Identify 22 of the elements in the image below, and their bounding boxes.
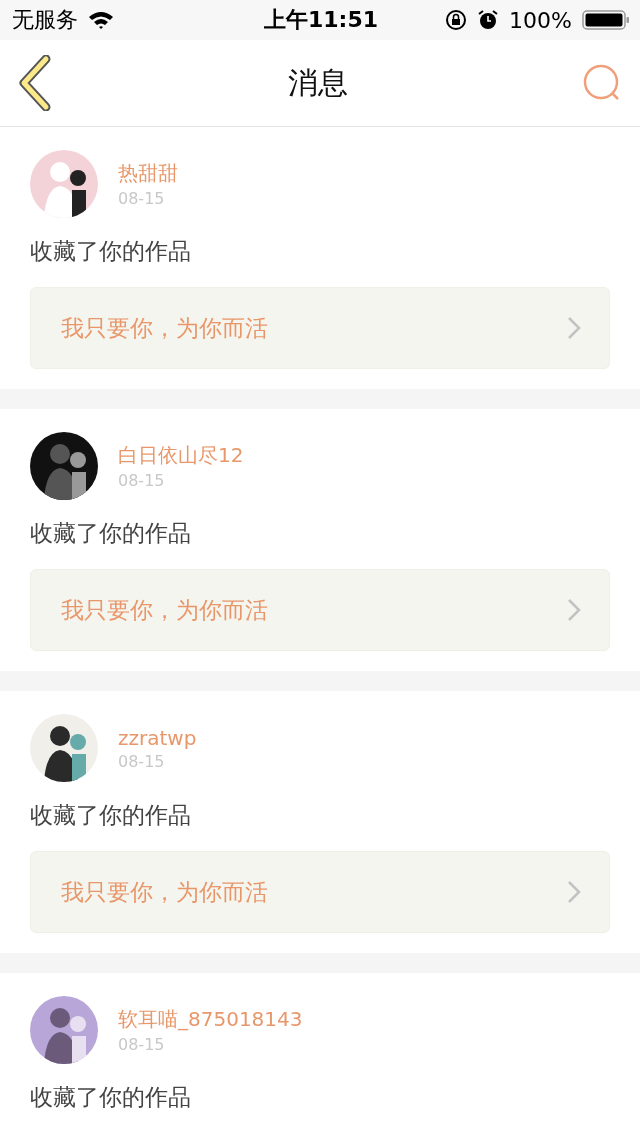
user-name[interactable]: 软耳喵_875018143 [118,1006,303,1033]
page-title: 消息 [288,63,348,102]
user-name[interactable]: 白日依山尽12 [118,442,244,469]
battery-percent: 100% [509,7,572,33]
chevron-right-icon [567,598,581,622]
wifi-icon [88,10,114,30]
message-text: 收藏了你的作品 [30,237,192,266]
rotation-lock-icon [445,9,468,31]
user-name[interactable]: zzratwp [118,725,197,750]
chevron-right-icon [567,316,581,340]
work-link[interactable]: 我只要你，为你而活 [30,851,610,933]
work-link[interactable]: 我只要你，为你而活 [30,287,610,369]
message-text: 收藏了你的作品 [30,1083,192,1112]
carrier-label: 无服务 [12,6,78,34]
user-name[interactable]: 热甜甜 [118,160,178,187]
status-time: 上午11:51 [264,6,378,34]
message-text: 收藏了你的作品 [30,801,192,830]
message-text: 收藏了你的作品 [30,519,192,548]
alarm-icon [477,9,500,31]
battery-icon [582,9,630,31]
chevron-right-icon [567,880,581,904]
work-link[interactable]: 我只要你，为你而活 [30,569,610,651]
